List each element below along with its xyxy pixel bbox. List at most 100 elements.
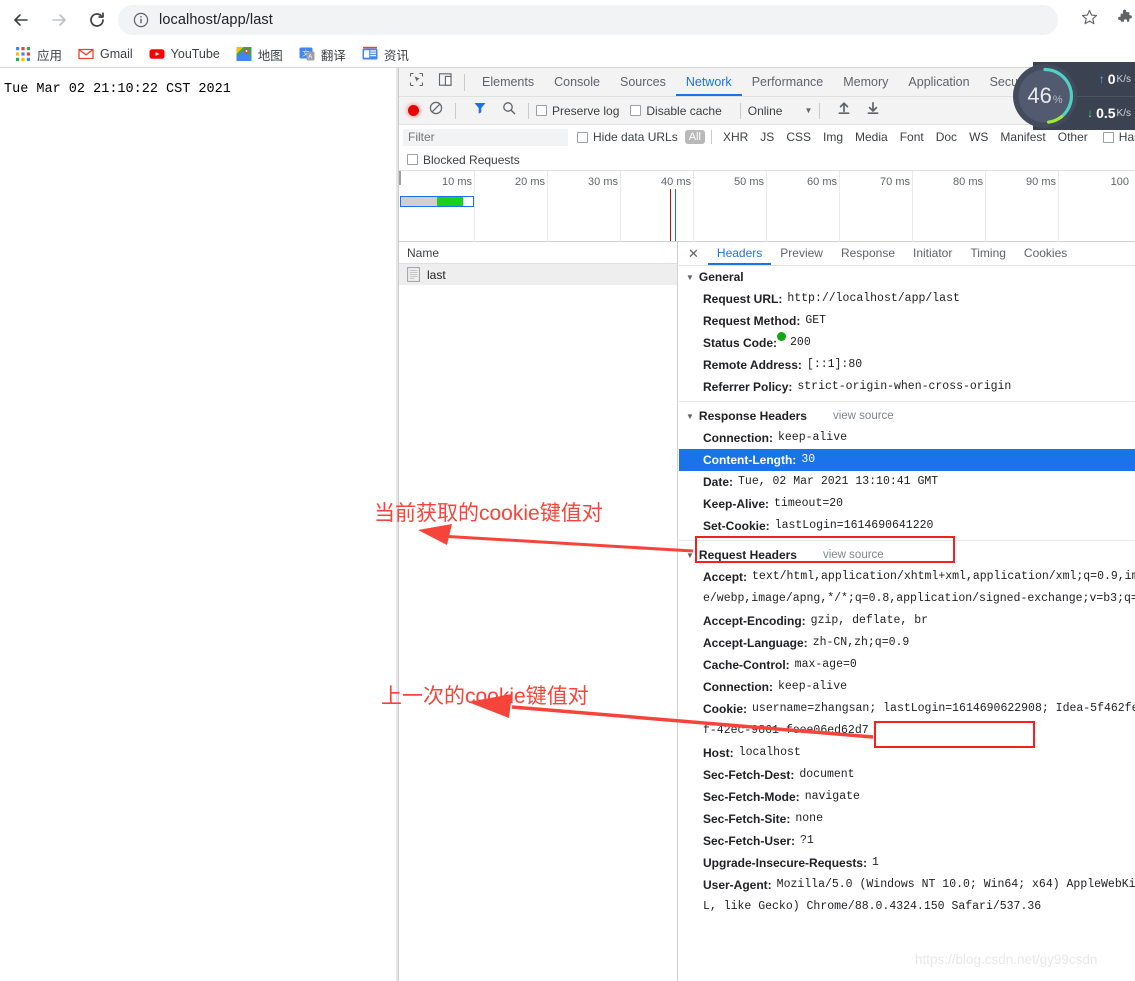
inspect-element-button[interactable] xyxy=(404,70,428,94)
hud-download-unit: K/s xyxy=(1116,107,1131,119)
blocked-requests-checkbox[interactable]: Blocked Requests xyxy=(407,153,520,167)
detail-tab-cookies[interactable]: Cookies xyxy=(1015,242,1076,265)
tab-sources[interactable]: Sources xyxy=(610,68,676,96)
document-icon xyxy=(407,267,420,282)
preserve-log-checkbox[interactable]: Preserve log xyxy=(536,104,619,118)
header-value: max-age=0 xyxy=(794,658,857,671)
forward-button[interactable] xyxy=(42,3,76,37)
header-key: Set-Cookie: xyxy=(703,519,770,533)
tab-application[interactable]: Application xyxy=(898,68,979,96)
section-response-headers[interactable]: ▼ Response Headers view source xyxy=(679,405,1135,427)
tab-performance[interactable]: Performance xyxy=(742,68,834,96)
filter-toggle-button[interactable] xyxy=(468,99,492,123)
bookmark-news[interactable]: 资讯 xyxy=(355,42,416,66)
close-icon[interactable]: ✕ xyxy=(688,247,699,260)
request-name: last xyxy=(427,267,446,282)
bookmark-star-button[interactable] xyxy=(1074,5,1104,35)
header-row: Upgrade-Insecure-Requests: 1 xyxy=(679,852,1135,874)
section-divider xyxy=(679,401,1135,402)
section-general[interactable]: ▼ General xyxy=(679,266,1135,288)
forward-arrow-icon xyxy=(49,10,69,30)
view-source-link[interactable]: view source xyxy=(833,410,894,422)
bookmark-apps[interactable]: 应用 xyxy=(8,42,69,66)
back-button[interactable] xyxy=(4,3,38,37)
search-icon xyxy=(502,101,516,120)
section-request-headers[interactable]: ▼ Request Headers view source xyxy=(679,544,1135,566)
type-filter-css[interactable]: CSS xyxy=(781,129,816,145)
clear-button[interactable] xyxy=(424,99,448,123)
header-row: Accept-Encoding: gzip, deflate, br xyxy=(679,610,1135,632)
bookmark-label: 地图 xyxy=(257,48,283,63)
import-har-button[interactable] xyxy=(832,99,856,123)
header-value: keep-alive xyxy=(778,680,848,693)
type-filter-font[interactable]: Font xyxy=(895,129,929,145)
network-overview-timeline[interactable]: 10 ms 20 ms 30 ms 40 ms 50 ms 60 ms 70 m… xyxy=(399,171,1135,242)
header-value: [::1]:80 xyxy=(806,358,863,371)
request-row[interactable]: last xyxy=(399,264,677,285)
bookmark-youtube[interactable]: YouTube xyxy=(142,42,227,66)
record-button[interactable] xyxy=(408,105,419,116)
bookmark-label: 应用 xyxy=(37,48,63,63)
dom-content-loaded-marker xyxy=(670,189,671,241)
detail-tab-initiator[interactable]: Initiator xyxy=(904,242,961,265)
header-key: Accept-Language: xyxy=(703,636,808,650)
search-button[interactable] xyxy=(497,99,521,123)
header-value-continuation: e/webp,image/apng,*/*;q=0.8,application/… xyxy=(703,592,1135,605)
tab-console[interactable]: Console xyxy=(544,68,610,96)
network-lower-split: Name last ✕ Headers Preview Response Ini… xyxy=(399,242,1135,981)
detail-tab-preview[interactable]: Preview xyxy=(771,242,832,265)
requests-column-header[interactable]: Name xyxy=(399,242,677,264)
bookmark-gmail[interactable]: Gmail xyxy=(71,42,140,66)
type-filter-media[interactable]: Media xyxy=(850,129,893,145)
header-value: username=zhangsan; lastLogin=16146906229… xyxy=(752,702,1135,715)
detail-tab-headers[interactable]: Headers xyxy=(707,242,772,265)
view-source-link[interactable]: view source xyxy=(823,549,884,561)
triangle-down-icon: ▼ xyxy=(686,272,694,282)
chevron-down-icon: ▼ xyxy=(804,106,813,115)
header-row: Remote Address: [::1]:80 xyxy=(679,354,1135,376)
news-icon xyxy=(362,46,378,62)
type-filter-ws[interactable]: WS xyxy=(964,129,993,145)
type-filter-manifest[interactable]: Manifest xyxy=(995,129,1050,145)
type-filter-doc[interactable]: Doc xyxy=(931,129,962,145)
type-filter-divider xyxy=(710,130,712,144)
address-bar[interactable]: localhost/app/last xyxy=(118,5,1058,35)
type-filter-js[interactable]: JS xyxy=(755,129,779,145)
star-icon xyxy=(1080,8,1099,32)
overview-gridline xyxy=(547,171,548,242)
bookmark-label: 资讯 xyxy=(383,48,409,63)
overview-bar-download xyxy=(437,197,463,206)
header-value: Tue, 02 Mar 2021 13:10:41 GMT xyxy=(738,475,939,488)
clear-no-entry-icon xyxy=(429,101,443,120)
bookmark-translate[interactable]: 文A 翻译 xyxy=(292,42,353,66)
type-filter-all[interactable]: All xyxy=(684,130,705,144)
type-filter-img[interactable]: Img xyxy=(818,129,848,145)
throttling-select[interactable]: Online ▼ xyxy=(748,104,813,118)
export-har-button[interactable] xyxy=(861,99,885,123)
info-circle-icon[interactable] xyxy=(132,11,150,29)
header-value: strict-origin-when-cross-origin xyxy=(797,380,1012,393)
header-value: timeout=20 xyxy=(774,497,844,510)
translate-icon: 文A xyxy=(299,46,315,62)
detail-tab-timing[interactable]: Timing xyxy=(961,242,1015,265)
device-toolbar-button[interactable] xyxy=(433,70,457,94)
type-filter-other[interactable]: Other xyxy=(1053,129,1093,145)
overview-tick: 100 xyxy=(1110,176,1129,188)
type-filter-xhr[interactable]: XHR xyxy=(718,129,753,145)
section-divider xyxy=(679,540,1135,541)
filter-input[interactable] xyxy=(403,128,568,146)
detail-tab-response[interactable]: Response xyxy=(832,242,904,265)
has-blocked-checkbox[interactable]: Has blocked xyxy=(1102,130,1135,144)
triangle-down-icon: ▼ xyxy=(686,411,694,421)
disable-cache-checkbox[interactable]: Disable cache xyxy=(630,104,722,118)
bookmark-maps[interactable]: 地图 xyxy=(229,42,290,66)
reload-button[interactable] xyxy=(80,3,114,37)
extensions-button[interactable] xyxy=(1112,7,1135,33)
tab-elements[interactable]: Elements xyxy=(472,68,544,96)
header-key: Connection: xyxy=(703,431,773,445)
hide-data-urls-checkbox[interactable]: Hide data URLs xyxy=(577,130,678,144)
tab-memory[interactable]: Memory xyxy=(833,68,898,96)
funnel-icon xyxy=(473,101,487,120)
header-key: Sec-Fetch-Site: xyxy=(703,812,791,826)
tab-network[interactable]: Network xyxy=(675,68,742,96)
